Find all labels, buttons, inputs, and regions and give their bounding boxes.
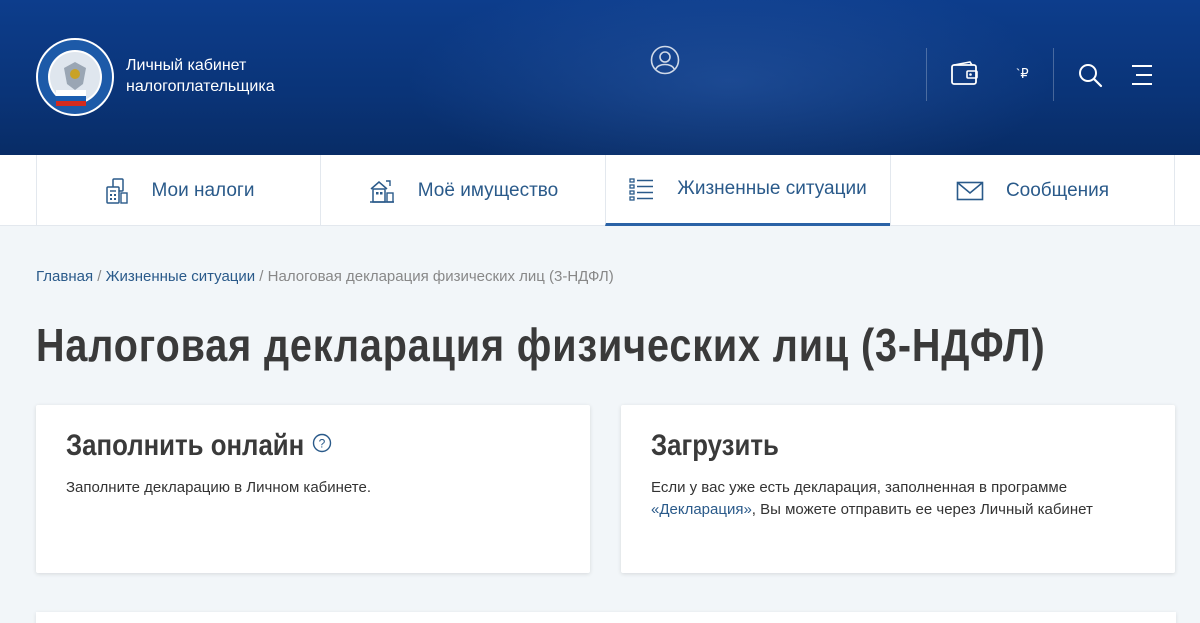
nav-item-label: Жизненные ситуации: [677, 178, 867, 199]
user-icon[interactable]: [650, 45, 680, 75]
list-icon: [629, 178, 654, 201]
nav-item-label: Моё имущество: [417, 179, 559, 201]
brand-line-2: налогоплательщика: [126, 78, 275, 95]
search-icon[interactable]: [1077, 62, 1103, 88]
header-divider: [1053, 48, 1054, 101]
nav-item-my-property[interactable]: Моё имущество: [320, 155, 605, 226]
breadcrumb: Главная / Жизненные ситуации / Налоговая…: [36, 268, 614, 285]
declaration-program-link[interactable]: «Декларация»: [651, 501, 752, 518]
card-title: Заполнить онлайн: [66, 429, 305, 462]
nav-item-label: Мои налоги: [151, 179, 255, 201]
site-header: Личный кабинет налогоплательщика `₽: [0, 0, 1200, 155]
breadcrumb-section[interactable]: Жизненные ситуации: [106, 268, 256, 285]
fns-logo-icon[interactable]: [36, 38, 114, 116]
page-title: Налоговая декларация физических лиц (3-Н…: [36, 319, 1046, 371]
upload-card[interactable]: Загрузить Если у вас уже есть декларация…: [621, 405, 1175, 573]
header-divider: [926, 48, 927, 101]
brand-title[interactable]: Личный кабинет налогоплательщика: [126, 55, 275, 97]
nav-item-my-taxes[interactable]: Мои налоги: [36, 155, 321, 226]
fill-online-card[interactable]: Заполнить онлайн ? Заполните декларацию …: [36, 405, 590, 573]
envelope-icon: [956, 181, 984, 200]
breadcrumb-home[interactable]: Главная: [36, 268, 93, 285]
wallet-icon[interactable]: [950, 61, 980, 87]
next-card: [36, 612, 1176, 623]
card-text-before: Если у вас уже есть декларация, заполнен…: [651, 479, 1068, 496]
nav-item-life-situations[interactable]: Жизненные ситуации: [605, 155, 890, 226]
property-icon: [369, 179, 394, 203]
nav-item-label: Сообщения: [1005, 179, 1110, 201]
nav-item-messages[interactable]: Сообщения: [890, 155, 1175, 226]
breadcrumb-separator: /: [93, 268, 106, 285]
menu-icon[interactable]: [1130, 64, 1154, 86]
breadcrumb-separator: /: [255, 268, 268, 285]
balance-value[interactable]: `₽: [1016, 66, 1029, 82]
main-nav: Мои налоги Моё имущество Жизненные ситуа…: [0, 155, 1200, 226]
card-title: Загрузить: [651, 429, 779, 462]
svg-text:?: ?: [319, 437, 326, 451]
card-description: Заполните декларацию в Личном кабинете.: [66, 479, 371, 496]
card-description: Если у вас уже есть декларация, заполнен…: [651, 477, 1111, 521]
brand-line-1: Личный кабинет: [126, 57, 247, 74]
card-text-after: , Вы можете отправить ее через Личный ка…: [751, 501, 1093, 518]
help-icon[interactable]: ?: [312, 433, 332, 453]
breadcrumb-current: Налоговая декларация физических лиц (3-Н…: [267, 268, 614, 285]
calculator-icon: [105, 177, 128, 204]
